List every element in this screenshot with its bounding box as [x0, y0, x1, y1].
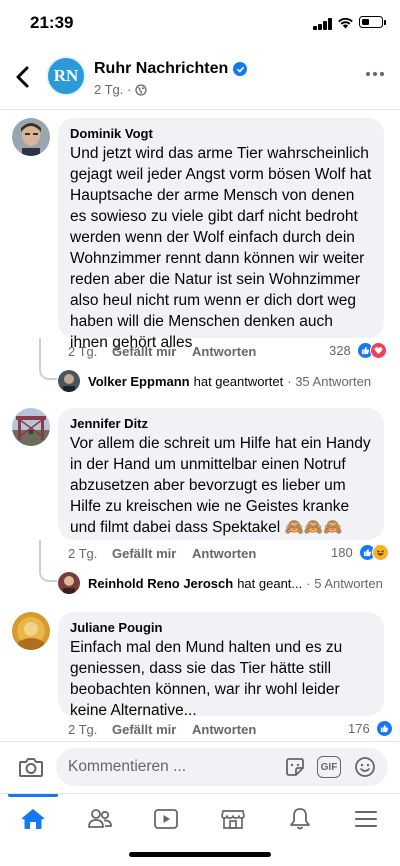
like-button[interactable]: Gefällt mir: [112, 546, 192, 561]
haha-reaction-icon: [371, 544, 389, 561]
comment-time: 2 Tg.: [68, 722, 98, 737]
comment-author[interactable]: Juliane Pougin: [70, 620, 372, 635]
comment-actions: 2 Tg. Gefällt mir Antworten: [68, 722, 256, 737]
comment-text: Und jetzt wird das arme Tier wahrscheinl…: [70, 145, 372, 351]
cellular-signal-icon: [313, 18, 333, 30]
watch-icon: [154, 809, 178, 829]
more-options-icon[interactable]: [366, 72, 386, 78]
reply-button[interactable]: Antworten: [192, 722, 256, 737]
comment-time: 2 Tg.: [68, 344, 98, 359]
reply-preview[interactable]: Reinhold Reno Jerosch hat geant... · 5 A…: [58, 572, 383, 594]
reaction-count: 328: [329, 343, 351, 358]
reaction-count: 180: [331, 545, 353, 560]
sticker-icon[interactable]: [284, 756, 306, 778]
reply-count[interactable]: · 5 Antworten: [306, 576, 383, 591]
emoji-monkeys: 🙈🙈🙈: [284, 518, 343, 536]
reply-count[interactable]: · 35 Antworten: [287, 374, 371, 389]
nav-friends[interactable]: [67, 794, 133, 844]
reaction-count: 176: [348, 721, 370, 736]
page-name[interactable]: Ruhr Nachrichten: [94, 60, 228, 78]
reply-avatar[interactable]: [58, 370, 80, 392]
avatar[interactable]: [12, 408, 50, 446]
nav-menu[interactable]: [333, 794, 399, 844]
comment-time: 2 Tg.: [68, 546, 98, 561]
page-avatar[interactable]: RN: [46, 56, 86, 96]
comment-text: Vor allem die schreit um Hilfe hat ein H…: [70, 435, 371, 536]
verified-badge-icon: [233, 62, 248, 76]
comment-author[interactable]: Dominik Vogt: [70, 126, 372, 141]
reply-label: hat geantwortet: [193, 373, 284, 389]
friends-icon: [88, 809, 112, 828]
notifications-icon: [290, 808, 310, 830]
marketplace-icon: [221, 810, 245, 829]
post-meta: 2 Tg. ·: [94, 82, 147, 97]
back-arrow-icon[interactable]: [12, 64, 34, 90]
gif-icon[interactable]: GIF: [317, 756, 341, 778]
reply-author[interactable]: Volker Eppmann: [88, 374, 190, 389]
reply-button[interactable]: Antworten: [192, 546, 256, 561]
comment-bubble: Jennifer Ditz Vor allem die schreit um H…: [58, 408, 384, 540]
comment-actions: 2 Tg. Gefällt mir Antworten: [68, 344, 256, 359]
comment-bubble: Juliane Pougin Einfach mal den Mund halt…: [58, 612, 384, 719]
reply-author[interactable]: Reinhold Reno Jerosch: [88, 576, 233, 591]
reaction-summary[interactable]: 180: [331, 544, 389, 561]
reaction-summary[interactable]: 176: [348, 720, 393, 737]
avatar[interactable]: [12, 118, 50, 156]
status-bar: 21:39: [0, 0, 400, 46]
comment-composer: GIF: [0, 741, 400, 793]
comment-text: Einfach mal den Mund halten und es zu ge…: [70, 639, 343, 719]
reply-label: hat geant...: [237, 575, 303, 591]
battery-icon: [359, 16, 383, 28]
comment-author[interactable]: Jennifer Ditz: [70, 416, 372, 431]
nav-notifications[interactable]: [267, 794, 333, 844]
wifi-icon: [338, 17, 353, 29]
nav-marketplace[interactable]: [200, 794, 266, 844]
reply-preview[interactable]: Volker Eppmann hat geantwortet · 35 Antw…: [58, 370, 371, 392]
page-name-row[interactable]: Ruhr Nachrichten: [94, 60, 248, 78]
reply-avatar[interactable]: [58, 572, 80, 594]
home-indicator[interactable]: [129, 852, 271, 857]
camera-icon[interactable]: [18, 755, 44, 779]
like-button[interactable]: Gefällt mir: [112, 722, 192, 737]
comment-actions: 2 Tg. Gefällt mir Antworten: [68, 546, 256, 561]
reply-button[interactable]: Antworten: [192, 344, 256, 359]
nav-watch[interactable]: [133, 794, 199, 844]
love-reaction-icon: [369, 342, 387, 359]
menu-icon: [355, 811, 377, 827]
nav-home[interactable]: [0, 794, 66, 844]
post-time: 2 Tg. ·: [94, 82, 132, 97]
post-header: RN Ruhr Nachrichten 2 Tg. ·: [0, 48, 400, 110]
globe-icon: [135, 83, 147, 96]
reaction-summary[interactable]: 328: [329, 342, 387, 359]
avatar[interactable]: [12, 612, 50, 650]
like-button[interactable]: Gefällt mir: [112, 344, 192, 359]
bottom-navigation: [0, 793, 400, 843]
emoji-icon[interactable]: [354, 756, 376, 778]
comment-bubble: Dominik Vogt Und jetzt wird das arme Tie…: [58, 118, 384, 351]
like-reaction-icon: [375, 720, 393, 737]
home-icon: [21, 809, 45, 829]
status-time: 21:39: [30, 13, 74, 32]
